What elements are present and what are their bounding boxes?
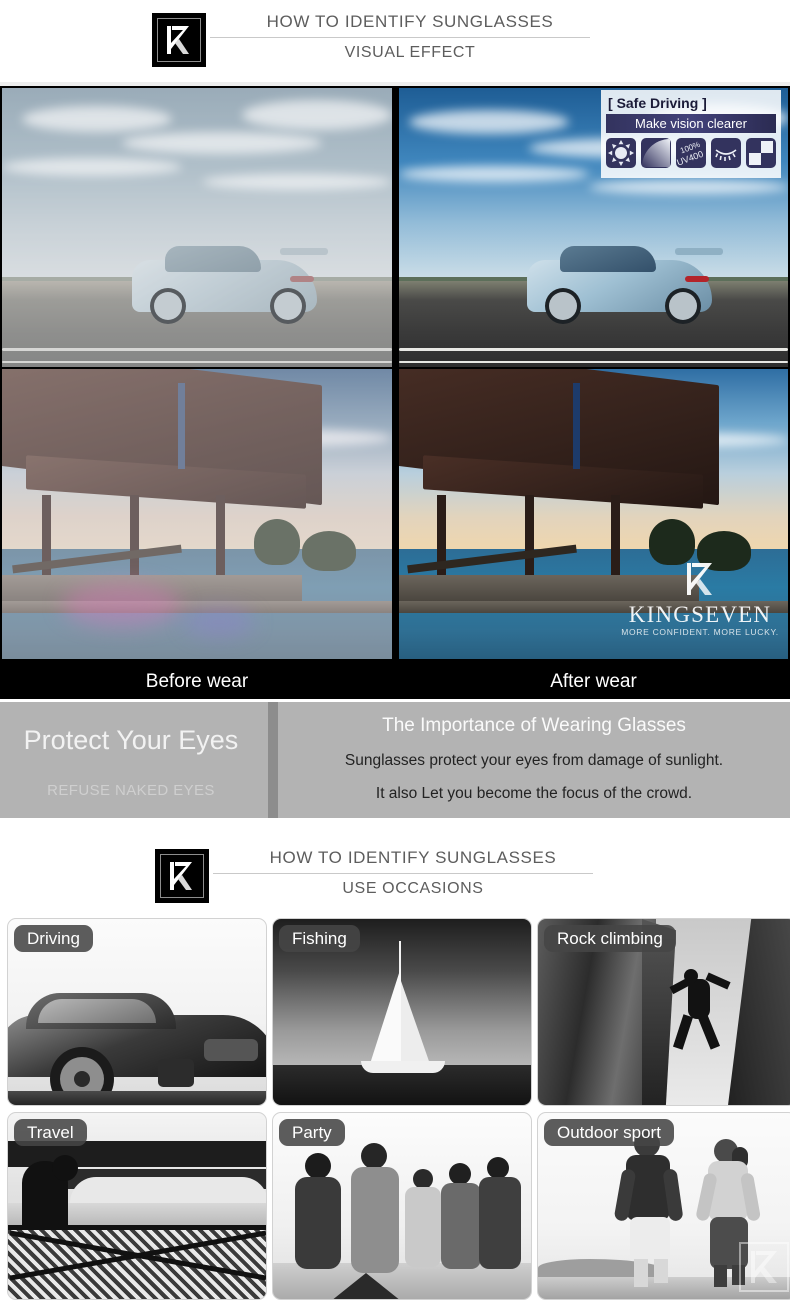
protect-title: Protect Your Eyes bbox=[23, 725, 239, 755]
logo-monogram bbox=[158, 19, 200, 61]
occasion-label: Rock climbing bbox=[544, 925, 676, 952]
header-rule bbox=[213, 873, 593, 874]
header-subtitle: USE OCCASIONS bbox=[342, 880, 484, 897]
badge-subtitle: Make vision clearer bbox=[606, 114, 776, 133]
badge-title: Safe Driving bbox=[616, 95, 699, 111]
importance-line-1: Sunglasses protect your eyes from damage… bbox=[344, 752, 724, 769]
spacer bbox=[0, 818, 790, 836]
before-photo-scenery bbox=[2, 369, 392, 659]
polarized-checker-icon bbox=[746, 138, 776, 168]
protect-left: Protect Your Eyes REFUSE NAKED EYES bbox=[0, 702, 268, 818]
occasion-card-travel[interactable]: Travel bbox=[7, 1112, 267, 1300]
occasion-label: Travel bbox=[14, 1119, 87, 1146]
occasion-card-driving[interactable]: Driving bbox=[7, 918, 267, 1106]
header-titles: HOW TO IDENTIFY SUNGLASSES VISUAL EFFECT bbox=[210, 10, 610, 64]
after-photo-scenery: KINGSEVEN MORE CONFIDENT. MORE LUCKY. bbox=[399, 369, 788, 659]
kingseven-logo-icon bbox=[739, 1242, 789, 1292]
occasion-card-outdoor-sport[interactable]: Outdoor sport bbox=[537, 1112, 790, 1300]
after-wear-label: After wear bbox=[550, 671, 637, 692]
protect-your-eyes-panel: Protect Your Eyes REFUSE NAKED EYES The … bbox=[0, 702, 790, 818]
occasion-card-party[interactable]: Party bbox=[272, 1112, 532, 1300]
header-rule bbox=[210, 37, 590, 38]
occasion-card-fishing[interactable]: Fishing bbox=[272, 918, 532, 1106]
header-title: HOW TO IDENTIFY SUNGLASSES bbox=[269, 848, 557, 867]
bracket-right: ] bbox=[702, 95, 707, 111]
after-photo-car: [ Safe Driving ] Make vision clearer 100… bbox=[399, 88, 788, 367]
uv400-icon: 100% UV400 bbox=[676, 138, 706, 168]
occasion-label: Outdoor sport bbox=[544, 1119, 674, 1146]
protect-right: The Importance of Wearing Glasses Sungla… bbox=[278, 702, 790, 818]
header-title: HOW TO IDENTIFY SUNGLASSES bbox=[266, 12, 554, 31]
importance-line-2: It also Let you become the focus of the … bbox=[375, 785, 693, 802]
occasion-label: Fishing bbox=[279, 925, 360, 952]
gradient-lens-icon bbox=[641, 138, 671, 168]
car-comparison-block: [ Safe Driving ] Make vision clearer 100… bbox=[0, 86, 790, 369]
kingseven-logo-icon bbox=[152, 13, 206, 67]
product-detail-page: HOW TO IDENTIFY SUNGLASSES VISUAL EFFECT bbox=[0, 0, 790, 1302]
occasion-card-rock-climbing[interactable]: Rock climbing bbox=[537, 918, 790, 1106]
kingseven-logo-icon bbox=[155, 849, 209, 903]
section-header-use-occasions: HOW TO IDENTIFY SUNGLASSES USE OCCASIONS bbox=[0, 836, 790, 918]
safe-driving-badge: [ Safe Driving ] Make vision clearer 100… bbox=[601, 90, 781, 178]
section-header-visual-effect: HOW TO IDENTIFY SUNGLASSES VISUAL EFFECT bbox=[0, 0, 790, 82]
panel-divider bbox=[268, 702, 278, 818]
badge-icon-row: 100% UV400 bbox=[606, 138, 776, 168]
before-wear-label: Before wear bbox=[145, 671, 249, 692]
wear-label-bar: Before wear After wear bbox=[0, 665, 790, 699]
header-subtitle: VISUAL EFFECT bbox=[344, 44, 476, 61]
scenery-comparison-block: KINGSEVEN MORE CONFIDENT. MORE LUCKY. bbox=[0, 369, 790, 665]
header-titles: HOW TO IDENTIFY SUNGLASSES USE OCCASIONS bbox=[213, 846, 613, 900]
bracket-left: [ bbox=[608, 95, 613, 111]
sun-icon bbox=[606, 138, 636, 168]
eye-lash-icon bbox=[711, 138, 741, 168]
occasion-label: Party bbox=[279, 1119, 345, 1146]
occasion-label: Driving bbox=[14, 925, 93, 952]
badge-title-row: [ Safe Driving ] bbox=[606, 94, 776, 112]
protect-subtitle: REFUSE NAKED EYES bbox=[47, 782, 215, 799]
importance-heading: The Importance of Wearing Glasses bbox=[382, 715, 686, 736]
before-photo-car bbox=[2, 88, 392, 367]
logo-monogram bbox=[161, 855, 203, 897]
use-occasions-grid: Driving Fishing Rock climbing Travel Par… bbox=[0, 918, 790, 1300]
